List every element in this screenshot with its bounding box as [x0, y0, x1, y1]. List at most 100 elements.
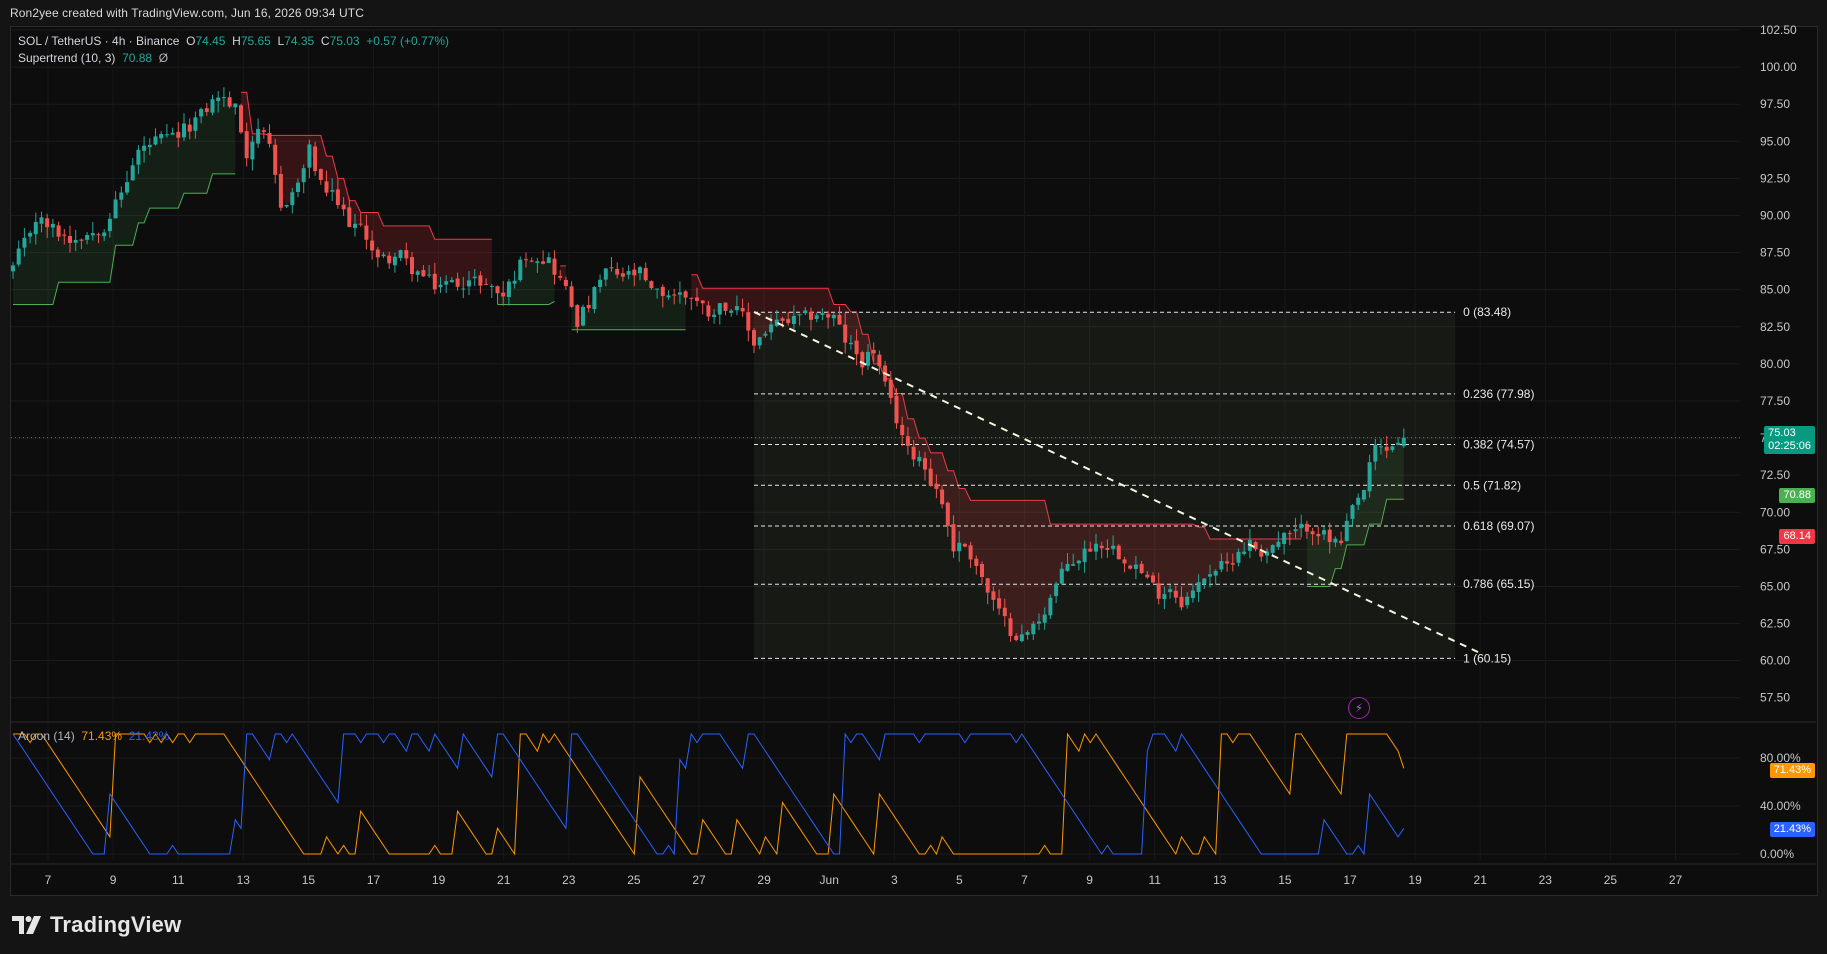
price-axis-tick-label: 72.50	[1760, 468, 1790, 482]
candle-body	[826, 314, 831, 318]
candle-body	[683, 291, 688, 298]
price-axis-tick-label: 87.50	[1760, 246, 1790, 260]
last-price-value: 75.03	[1768, 427, 1796, 439]
low-value: 74.35	[284, 34, 315, 48]
candle-body	[848, 342, 853, 345]
chart-svg[interactable]: 57.5060.0062.5065.0067.5070.0072.5075.00…	[0, 0, 1827, 954]
time-axis-tick-label: 17	[367, 873, 381, 887]
candle-body	[1168, 589, 1173, 593]
candle-body	[239, 105, 243, 133]
candle-body	[1196, 582, 1201, 592]
supertrend-name[interactable]: Supertrend (10, 3)	[18, 51, 115, 65]
aroon-down-line	[12, 732, 1405, 856]
candle-body	[917, 456, 922, 462]
candle-body	[1390, 446, 1395, 450]
candle-body	[489, 285, 494, 287]
aroon-up-line	[13, 732, 1405, 856]
aroon-name[interactable]: Aroon (14)	[18, 729, 75, 743]
price-axis-tick-label: 57.50	[1760, 691, 1790, 705]
candle-body	[1190, 590, 1195, 599]
candle-body	[455, 278, 460, 287]
time-axis-tick-label: 7	[1021, 873, 1028, 887]
candle-body	[575, 305, 580, 327]
candle-body	[1173, 590, 1178, 598]
candle-body	[945, 502, 950, 526]
candle-body	[324, 181, 329, 193]
candle-body	[375, 249, 380, 258]
candle-body	[712, 314, 717, 318]
candle-body	[962, 543, 967, 547]
high-value: 75.65	[240, 34, 271, 48]
candle-body	[130, 165, 135, 181]
candle-body	[1304, 523, 1309, 532]
candle-body	[410, 257, 414, 275]
time-axis-tick-label: 21	[497, 873, 511, 887]
candle-body	[1014, 635, 1019, 641]
symbol-legend[interactable]: SOL / TetherUS · 4h · Binance O74.45 H75…	[18, 34, 449, 48]
candle-body	[780, 318, 785, 321]
candle-body	[660, 286, 665, 297]
aroon-down-tag: 21.43%	[1769, 822, 1815, 837]
candle-body	[1270, 545, 1275, 553]
candle-body	[444, 281, 449, 285]
candle-body	[1151, 575, 1155, 583]
candle-body	[370, 240, 375, 251]
supertrend-legend[interactable]: Supertrend (10, 3) 70.88 Ø	[18, 51, 168, 65]
time-axis-tick-label: 27	[692, 873, 706, 887]
price-axis-tick-label: 95.00	[1760, 134, 1790, 148]
candle-body	[894, 395, 899, 424]
candle-body	[1122, 559, 1127, 564]
candle-body	[50, 223, 55, 228]
price-axis-tick-label: 90.00	[1760, 208, 1790, 222]
candle-body	[318, 168, 323, 180]
candle-body	[837, 314, 842, 325]
candle-body	[119, 192, 124, 200]
lightning-icon[interactable]: ⚡	[1348, 697, 1370, 719]
candle-body	[1162, 594, 1167, 600]
candle-body	[581, 306, 585, 326]
candle-body	[1396, 442, 1401, 445]
candle-body	[68, 235, 72, 243]
tradingview-logo-icon	[12, 916, 41, 934]
tradingview-screenshot: Ron2yee created with TradingView.com, Ju…	[0, 0, 1827, 954]
candle-body	[227, 97, 232, 107]
symbol-name[interactable]: SOL / TetherUS · 4h · Binance	[18, 34, 179, 48]
candle-body	[1145, 574, 1150, 578]
candle-body	[182, 123, 186, 138]
candle-body	[210, 99, 215, 113]
candle-body	[649, 281, 654, 289]
candle-body	[296, 182, 300, 192]
time-axis-tick-label: 23	[1539, 873, 1553, 887]
supertrend-value: 70.88	[122, 51, 153, 65]
time-axis-tick-label: 15	[302, 873, 316, 887]
candle-body	[1333, 538, 1338, 543]
tradingview-brand[interactable]: TradingView	[12, 912, 181, 938]
candle-body	[392, 256, 397, 266]
candle-body	[193, 117, 198, 131]
candle-body	[677, 292, 682, 295]
candle-body	[1282, 532, 1287, 544]
aroon-up-value: 71.43%	[81, 729, 123, 743]
candle-body	[432, 273, 437, 290]
time-axis-tick-label: 11	[1148, 873, 1161, 887]
candle-body	[563, 279, 568, 287]
candle-body	[729, 310, 734, 313]
candle-body	[79, 239, 84, 241]
time-axis-tick-label: 27	[1669, 873, 1683, 887]
fibonacci-level-label: 1 (60.15)	[1463, 651, 1511, 665]
aroon-legend[interactable]: Aroon (14) 71.43% 21.43%	[18, 729, 169, 743]
candle-body	[638, 267, 642, 274]
candle-body	[11, 265, 15, 272]
price-axis-tick-label: 97.50	[1760, 97, 1790, 111]
aroon-down-value: 21.43%	[128, 729, 170, 743]
time-axis-tick-label: 19	[432, 873, 446, 887]
candle-body	[923, 458, 927, 470]
price-axis-tick-label: 85.00	[1760, 283, 1790, 297]
candle-body	[1322, 530, 1326, 535]
candle-body	[85, 235, 90, 240]
candle-body	[700, 300, 705, 304]
candle-body	[757, 337, 762, 346]
candle-body	[159, 134, 164, 139]
candle-body	[1185, 596, 1190, 606]
price-axis-tick-label: 80.00	[1760, 357, 1790, 371]
